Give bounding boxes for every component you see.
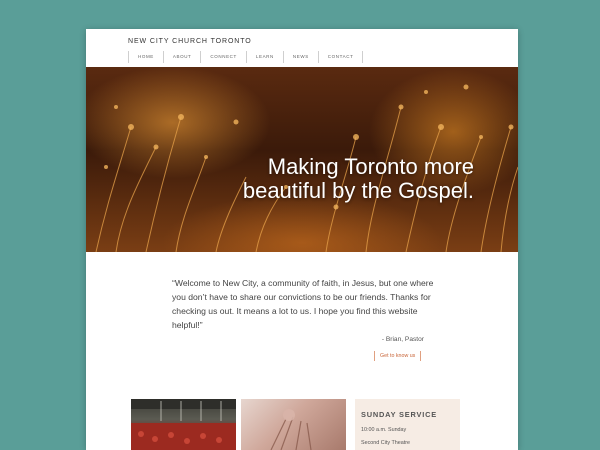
nav-contact[interactable]: CONTACT — [317, 51, 364, 63]
main-nav: HOME ABOUT CONNECT LEARN NEWS CONTACT — [128, 51, 364, 63]
nav-connect[interactable]: CONNECT — [200, 51, 245, 63]
hero-title: Making Toronto more beautiful by the Gos… — [242, 154, 474, 203]
get-to-know-us-button[interactable]: Get to know us — [374, 351, 422, 361]
people-photo-tile[interactable] — [241, 399, 346, 450]
stadium-photo-tile[interactable] — [131, 399, 236, 450]
people-photo — [270, 409, 312, 450]
nav-home[interactable]: HOME — [128, 51, 163, 63]
service-time: 10:00 a.m. Sunday — [361, 427, 407, 433]
hero-banner: Making Toronto more beautiful by the Gos… — [86, 67, 518, 252]
nav-news[interactable]: NEWS — [282, 51, 318, 63]
service-title: SUNDAY SERVICE — [361, 410, 437, 419]
site-logo[interactable]: NEW CITY CHURCH TORONTO — [128, 38, 252, 45]
website-page: NEW CITY CHURCH TORONTO HOME ABOUT CONNE… — [86, 29, 518, 450]
nav-learn[interactable]: LEARN — [245, 51, 283, 63]
sunday-service-panel: SUNDAY SERVICE 10:00 a.m. Sunday Second … — [355, 399, 460, 450]
nav-about[interactable]: ABOUT — [162, 51, 201, 63]
pastor-signature: - Brian, Pastor — [381, 336, 424, 343]
welcome-quote: “Welcome to New City, a community of fai… — [172, 278, 434, 330]
stadium-photo — [131, 399, 236, 450]
service-venue: Second City Theatre — [361, 440, 411, 446]
site-header: NEW CITY CHURCH TORONTO HOME ABOUT CONNE… — [86, 29, 518, 67]
